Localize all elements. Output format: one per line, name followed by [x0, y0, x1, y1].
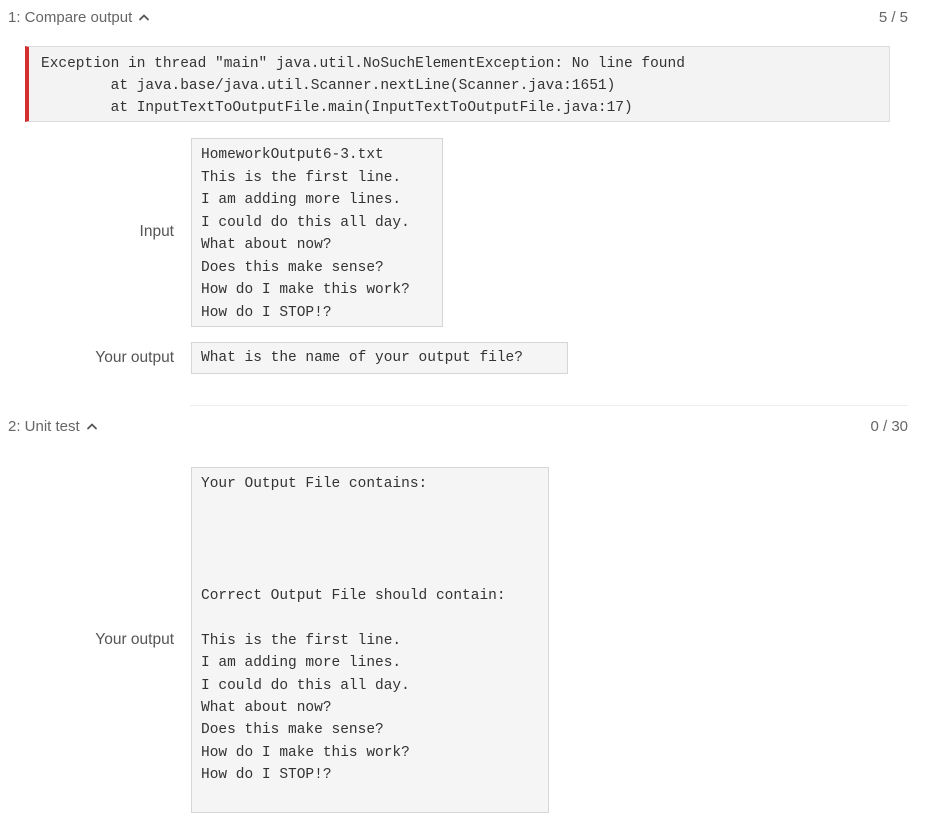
section-2-score: 0 / 30 [870, 417, 908, 435]
unit-test-output-label: Your output [95, 631, 174, 648]
unit-test-output-text: Your Output File contains: Correct Outpu… [201, 476, 506, 784]
chevron-up-icon[interactable] [86, 420, 98, 432]
section-divider [190, 405, 908, 406]
output-box: What is the name of your output file? [191, 342, 568, 374]
exception-text: Exception in thread "main" java.util.NoS… [41, 56, 685, 116]
input-label: Input [139, 223, 174, 240]
section-1-toggle[interactable]: 1: Compare output [8, 9, 150, 26]
output-label: Your output [95, 349, 174, 366]
unit-test-output-box: Your Output File contains: Correct Outpu… [191, 467, 549, 813]
input-box: HomeworkOutput6-3.txt This is the first … [191, 138, 443, 327]
exception-box: Exception in thread "main" java.util.NoS… [25, 46, 890, 122]
section-2-toggle[interactable]: 2: Unit test [8, 418, 98, 435]
output-text: What is the name of your output file? [201, 350, 523, 366]
section-1-header: 1: Compare output 5 / 5 [8, 5, 908, 29]
section-2-title: 2: Unit test [8, 417, 80, 435]
section-1-title: 1: Compare output [8, 8, 133, 26]
section-2-header: 2: Unit test 0 / 30 [8, 414, 908, 438]
chevron-up-icon[interactable] [138, 11, 150, 23]
input-text: HomeworkOutput6-3.txt This is the first … [201, 147, 410, 321]
section-1-score: 5 / 5 [878, 8, 908, 26]
